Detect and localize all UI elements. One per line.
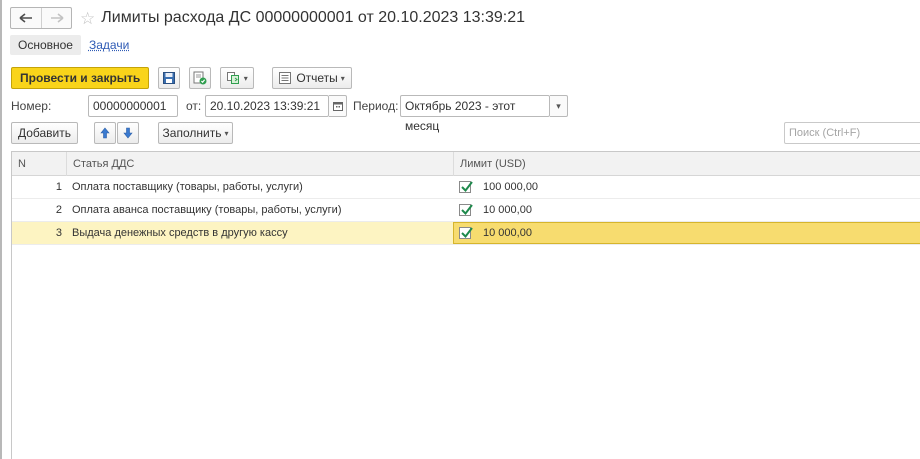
row-limit: 100 000,00 bbox=[483, 181, 539, 193]
dropdown-caret-icon: ▾ bbox=[243, 73, 248, 83]
reports-icon bbox=[279, 72, 292, 84]
table-row-selected[interactable]: 3 Выдача денежных средств в другую кассу… bbox=[12, 222, 920, 245]
chevron-down-icon: ▾ bbox=[556, 100, 561, 111]
row-number: 2 bbox=[55, 204, 62, 216]
row-limit: 10 000,00 bbox=[483, 227, 532, 239]
post-document-icon bbox=[193, 71, 207, 85]
form-tabs: Основное Задачи bbox=[10, 34, 129, 56]
date-label: от: bbox=[186, 99, 202, 113]
column-header-n[interactable]: N bbox=[12, 152, 62, 176]
calendar-icon bbox=[332, 102, 343, 111]
search-input[interactable] bbox=[784, 122, 920, 144]
arrow-down-icon bbox=[123, 127, 133, 139]
row-number: 3 bbox=[55, 227, 62, 239]
row-number: 1 bbox=[55, 181, 62, 193]
period-label: Период: bbox=[353, 99, 399, 113]
column-header-limit[interactable]: Лимит (USD) bbox=[453, 152, 920, 176]
title-bar: ☆ Лимиты расхода ДС 00000000001 от 20.10… bbox=[10, 6, 525, 30]
history-nav bbox=[10, 7, 72, 29]
tab-main[interactable]: Основное bbox=[10, 35, 81, 55]
table-row[interactable]: 1 Оплата поставщику (товары, работы, усл… bbox=[12, 176, 920, 199]
create-based-on-icon bbox=[226, 72, 239, 84]
move-up-button[interactable] bbox=[94, 122, 116, 144]
back-button[interactable] bbox=[11, 8, 41, 28]
arrow-left-icon bbox=[19, 13, 32, 23]
row-checkbox[interactable] bbox=[459, 227, 473, 239]
row-item: Выдача денежных средств в другую кассу bbox=[72, 227, 288, 239]
date-field[interactable]: 20.10.2023 13:39:21 bbox=[205, 95, 329, 117]
favorite-star-icon[interactable]: ☆ bbox=[80, 10, 95, 27]
calendar-button[interactable] bbox=[329, 95, 347, 117]
main-toolbar: Провести и закрыть ▾ Отчеты ▾ bbox=[11, 67, 352, 89]
row-item: Оплата аванса поставщику (товары, работы… bbox=[72, 204, 342, 216]
table-header: N Статья ДДС Лимит (USD) bbox=[12, 152, 920, 176]
header-fields: Номер: 00000000001 от: 20.10.2023 13:39:… bbox=[11, 95, 911, 133]
reports-label: Отчеты bbox=[296, 71, 338, 85]
tab-tasks[interactable]: Задачи bbox=[89, 38, 129, 52]
limits-table: N Статья ДДС Лимит (USD) 1 Оплата постав… bbox=[11, 151, 920, 459]
fill-button[interactable]: Заполнить ▾ bbox=[158, 122, 233, 144]
floppy-disk-icon bbox=[163, 72, 176, 84]
dropdown-caret-icon: ▾ bbox=[224, 128, 229, 138]
period-field[interactable]: Октябрь 2023 - этот месяц bbox=[400, 95, 550, 133]
row-checkbox[interactable] bbox=[459, 204, 473, 216]
table-row[interactable]: 2 Оплата аванса поставщику (товары, рабо… bbox=[12, 199, 920, 222]
number-label: Номер: bbox=[11, 99, 52, 113]
checkmark-icon bbox=[461, 181, 473, 193]
checkmark-icon bbox=[461, 204, 473, 216]
arrow-right-icon bbox=[50, 13, 63, 23]
forward-button[interactable] bbox=[41, 8, 71, 28]
post-button[interactable] bbox=[189, 67, 212, 89]
post-and-close-button[interactable]: Провести и закрыть bbox=[11, 67, 150, 89]
number-field[interactable]: 00000000001 bbox=[88, 95, 178, 117]
add-row-button[interactable]: Добавить bbox=[11, 122, 78, 144]
row-item: Оплата поставщику (товары, работы, услуг… bbox=[72, 181, 303, 193]
fill-label: Заполнить bbox=[162, 126, 222, 140]
window-left-border bbox=[0, 0, 2, 459]
period-dropdown-button[interactable]: ▾ bbox=[550, 95, 568, 117]
create-based-on-button[interactable]: ▾ bbox=[220, 67, 255, 89]
dropdown-caret-icon: ▾ bbox=[340, 73, 345, 83]
move-down-button[interactable] bbox=[117, 122, 139, 144]
table-command-bar: Добавить Заполнить ▾ bbox=[11, 122, 920, 144]
save-button[interactable] bbox=[158, 67, 181, 89]
checkmark-icon bbox=[461, 227, 473, 239]
reports-button[interactable]: Отчеты ▾ bbox=[272, 67, 352, 89]
row-checkbox[interactable] bbox=[459, 181, 473, 193]
column-header-item[interactable]: Статья ДДС bbox=[66, 152, 453, 176]
row-limit: 10 000,00 bbox=[483, 204, 532, 216]
arrow-up-icon bbox=[100, 127, 110, 139]
window-title: Лимиты расхода ДС 00000000001 от 20.10.2… bbox=[101, 9, 526, 26]
